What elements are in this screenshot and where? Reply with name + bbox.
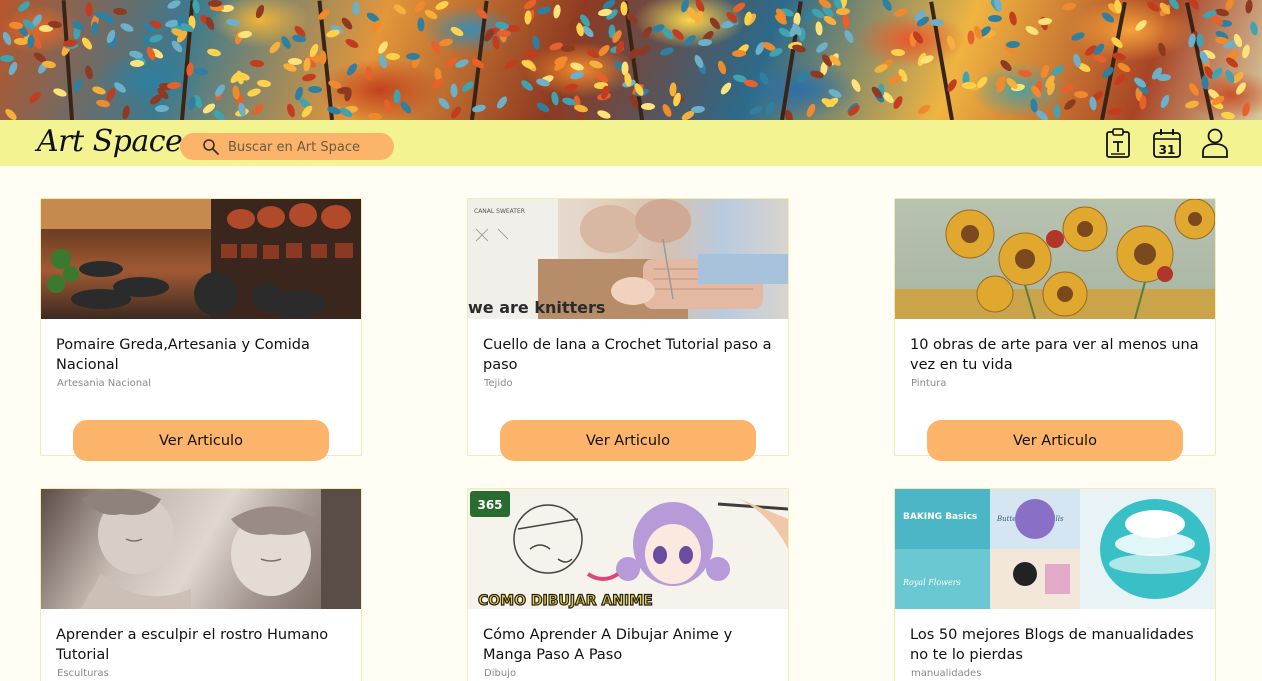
- search-input[interactable]: [228, 137, 388, 157]
- view-article-button[interactable]: Ver Articulo: [500, 420, 756, 461]
- article-card: 365 COMO DIBUJAR ANIME Cómo Aprender A D…: [467, 488, 789, 681]
- user-icon[interactable]: [1201, 127, 1229, 159]
- blogs-label-1: BAKING Basics: [903, 512, 977, 522]
- sunflowers-thumbnail[interactable]: [895, 199, 1215, 319]
- article-category: Dibujo: [484, 668, 517, 679]
- article-card: Pomaire Greda,Artesania y Comida Naciona…: [40, 198, 362, 461]
- search-bar[interactable]: [180, 133, 394, 160]
- article-card: 10 obras de arte para ver al menos una v…: [894, 198, 1216, 461]
- article-card: CANAL SWEATER we are knitters Cuello de …: [467, 198, 789, 461]
- pottery-thumbnail[interactable]: [41, 199, 361, 319]
- knitting-thumbnail[interactable]: CANAL SWEATER we are knitters: [468, 199, 788, 319]
- article-category: Artesania Nacional: [57, 378, 152, 389]
- header-banner-image: [0, 0, 1262, 120]
- calendar-day: 31: [1159, 143, 1176, 157]
- anime-thumbnail[interactable]: 365 COMO DIBUJAR ANIME: [468, 489, 788, 609]
- notes-icon[interactable]: [1104, 127, 1132, 159]
- view-article-button[interactable]: Ver Articulo: [73, 420, 329, 461]
- article-card: Aprender a esculpir el rostro Humano Tut…: [40, 488, 362, 681]
- knit-label: CANAL SWEATER: [474, 208, 525, 215]
- article-category: manualidades: [911, 668, 982, 679]
- article-title[interactable]: Cuello de lana a Crochet Tutorial paso a…: [483, 335, 783, 375]
- article-category: Pintura: [911, 378, 947, 389]
- view-article-button[interactable]: Ver Articulo: [927, 420, 1183, 461]
- anime-caption: COMO DIBUJAR ANIME: [478, 593, 653, 609]
- app-logo[interactable]: Art Space: [37, 124, 183, 159]
- sculpture-thumbnail[interactable]: [41, 489, 361, 609]
- article-title[interactable]: Pomaire Greda,Artesania y Comida Naciona…: [56, 335, 356, 375]
- article-category: Esculturas: [57, 668, 109, 679]
- crafts-blogs-thumbnail[interactable]: BAKING Basics Buttercream Skills Royal F…: [895, 489, 1215, 609]
- calendar-icon[interactable]: 31: [1152, 127, 1182, 159]
- anime-badge: 365: [477, 498, 502, 512]
- top-navbar: Art Space 31: [0, 120, 1262, 166]
- article-category: Tejido: [484, 378, 513, 389]
- search-icon[interactable]: [202, 138, 220, 156]
- article-title[interactable]: Aprender a esculpir el rostro Humano Tut…: [56, 625, 356, 665]
- article-card: BAKING Basics Buttercream Skills Royal F…: [894, 488, 1216, 681]
- knit-slogan: we are knitters: [468, 298, 605, 317]
- blogs-label-3: Royal Flowers: [902, 578, 961, 587]
- article-title[interactable]: Cómo Aprender A Dibujar Anime y Manga Pa…: [483, 625, 783, 665]
- article-title[interactable]: 10 obras de arte para ver al menos una v…: [910, 335, 1210, 375]
- article-title[interactable]: Los 50 mejores Blogs de manualidades no …: [910, 625, 1210, 665]
